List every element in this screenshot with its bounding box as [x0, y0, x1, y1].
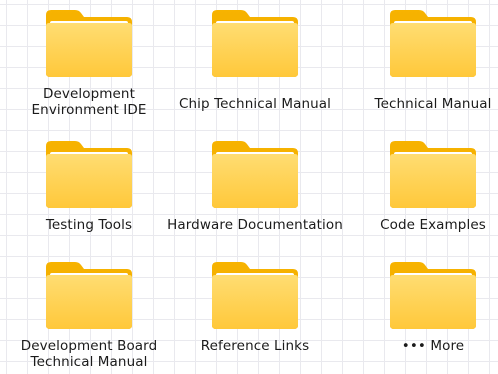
- folder-icon: [42, 138, 136, 210]
- folder-icon: [208, 7, 302, 79]
- folder-development-board-technical-manual[interactable]: Development Board Technical Manual: [0, 259, 179, 370]
- folder-code-examples[interactable]: Code Examples: [343, 138, 498, 233]
- folder-testing-tools[interactable]: Testing Tools: [0, 138, 179, 233]
- folder-icon: [208, 259, 302, 331]
- folder-hardware-documentation[interactable]: Hardware Documentation: [165, 138, 345, 233]
- folder-label: Development Board Technical Manual: [20, 338, 158, 370]
- folder-label: Development Environment IDE: [31, 86, 147, 118]
- folder-label: ••• More: [401, 338, 465, 354]
- folder-icon: [42, 259, 136, 331]
- folder-label: Chip Technical Manual: [178, 96, 332, 112]
- folder-label: Reference Links: [200, 338, 310, 354]
- folder-icon: [386, 259, 480, 331]
- folder-technical-manual[interactable]: Technical Manual: [343, 7, 498, 112]
- folder-more[interactable]: ••• More: [343, 259, 498, 354]
- folder-icon: [386, 138, 480, 210]
- folder-chip-technical-manual[interactable]: Chip Technical Manual: [165, 7, 345, 112]
- folder-icon: [386, 7, 480, 79]
- folder-icon: [208, 138, 302, 210]
- folder-development-environment-ide[interactable]: Development Environment IDE: [0, 7, 179, 118]
- folder-grid: Development Environment IDE Chip Technic…: [0, 0, 498, 374]
- folder-label: Hardware Documentation: [167, 217, 343, 233]
- folder-label: Technical Manual: [374, 96, 492, 112]
- folder-label: Testing Tools: [45, 217, 133, 233]
- folder-label: Code Examples: [380, 217, 486, 233]
- folder-icon: [42, 7, 136, 79]
- folder-reference-links[interactable]: Reference Links: [165, 259, 345, 354]
